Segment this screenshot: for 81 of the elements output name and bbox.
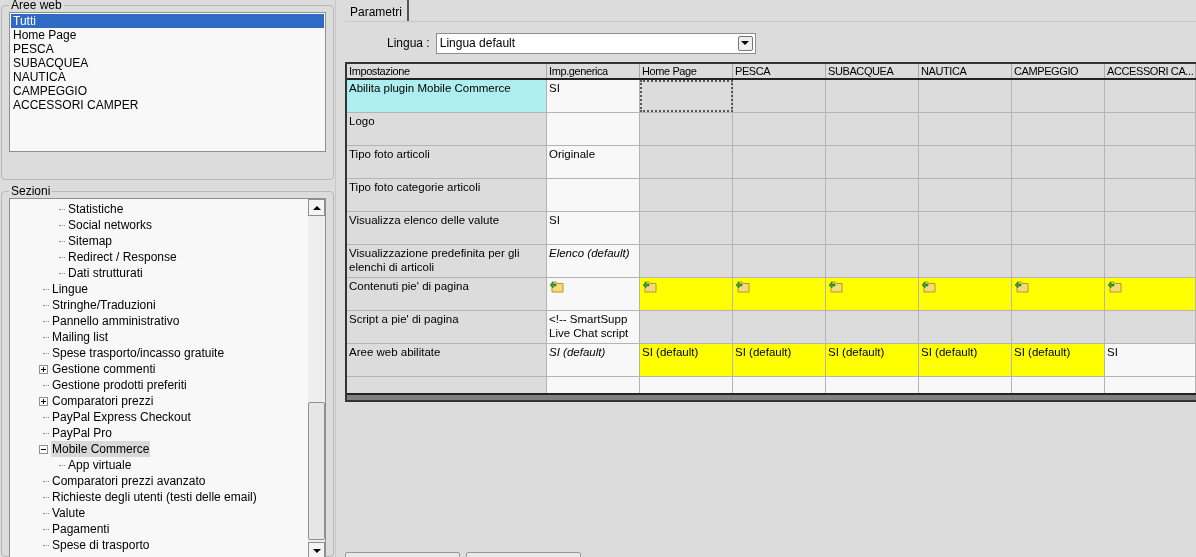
- folder-icon: [921, 279, 937, 294]
- tree-item[interactable]: Dati strutturati: [67, 265, 144, 281]
- tree-item[interactable]: Gestione commenti: [51, 361, 157, 377]
- tree-item[interactable]: Pagamenti: [51, 521, 111, 537]
- list-item[interactable]: Tutti: [11, 14, 324, 28]
- value-cell[interactable]: [1012, 278, 1105, 310]
- value-cell[interactable]: [547, 179, 640, 211]
- tree-item[interactable]: Gestione prodotti preferiti: [51, 377, 188, 393]
- value-cell[interactable]: SI: [547, 80, 640, 112]
- group-title: Sezioni: [10, 184, 52, 198]
- collapse-icon[interactable]: [39, 444, 48, 454]
- section-tree[interactable]: [9, 198, 326, 557]
- tree-item[interactable]: Comparatori prezzi: [51, 393, 155, 409]
- value-cell[interactable]: Elenco (default): [547, 245, 640, 277]
- expand-icon[interactable]: [39, 364, 48, 374]
- value-cell[interactable]: SI (default): [919, 344, 1012, 376]
- value-cell[interactable]: [640, 278, 733, 310]
- value-cell[interactable]: [547, 278, 640, 310]
- scroll-up-button[interactable]: [308, 199, 325, 216]
- value-cell[interactable]: SI (default): [733, 344, 826, 376]
- setting-name[interactable]: Abilita plugin Mobile Commerce: [347, 80, 547, 112]
- tree-item[interactable]: App virtuale: [67, 457, 133, 473]
- value-cell[interactable]: <!-- SmartSupp Live Chat script: [547, 311, 640, 343]
- group-title: Aree web: [10, 0, 63, 12]
- tree-item[interactable]: Pannello amministrativo: [51, 313, 181, 329]
- tree-item[interactable]: Social networks: [67, 217, 154, 233]
- tree-item[interactable]: Lingue: [51, 281, 90, 297]
- value-cell[interactable]: [733, 278, 826, 310]
- folder-icon: [549, 279, 565, 294]
- list-item[interactable]: SUBACQUEA: [11, 56, 324, 70]
- folder-icon: [642, 279, 658, 294]
- tree-item[interactable]: Spese di trasporto: [51, 537, 151, 553]
- column-header[interactable]: Imp.generica: [547, 64, 640, 78]
- tree-item[interactable]: Comparatori prezzi avanzato: [51, 473, 207, 489]
- column-header[interactable]: PESCA: [733, 64, 826, 78]
- value-cell[interactable]: SI (default): [640, 344, 733, 376]
- column-header[interactable]: Impostazione: [347, 64, 547, 78]
- value-cell[interactable]: Originale: [547, 146, 640, 178]
- list-item[interactable]: PESCA: [11, 42, 324, 56]
- folder-icon: [1107, 279, 1123, 294]
- tree-item[interactable]: PayPal Express Checkout: [51, 409, 192, 425]
- value-cell[interactable]: [919, 278, 1012, 310]
- language-label: Lingua :: [387, 35, 430, 52]
- value-cell[interactable]: SI: [547, 212, 640, 244]
- folder-icon: [735, 279, 751, 294]
- value-cell[interactable]: [547, 113, 640, 145]
- value-cell[interactable]: SI (default): [547, 344, 640, 376]
- web-area-list[interactable]: Tutti Home Page PESCA SUBACQUEA NAUTICA CAMPEGGIO ACCESSORI CAMPER: [9, 12, 326, 152]
- column-header[interactable]: CAMPEGGIO: [1012, 64, 1105, 78]
- list-item[interactable]: Home Page: [11, 28, 324, 42]
- list-item[interactable]: CAMPEGGIO: [11, 84, 324, 98]
- expand-icon[interactable]: [39, 396, 48, 406]
- tree-item[interactable]: Redirect / Response: [67, 249, 178, 265]
- tree-item[interactable]: Mobile Commerce: [51, 441, 151, 457]
- language-dropdown[interactable]: Lingua default: [435, 32, 756, 54]
- value-cell[interactable]: [1105, 278, 1196, 310]
- tree-item[interactable]: PayPal Pro: [51, 425, 114, 441]
- column-header[interactable]: NAUTICA: [919, 64, 1012, 78]
- value-cell[interactable]: [826, 278, 919, 310]
- value-cell[interactable]: SI (default): [1012, 344, 1105, 376]
- tree-item[interactable]: Valute: [51, 505, 87, 521]
- tree-item[interactable]: Spese trasporto/incasso gratuite: [51, 345, 226, 361]
- folder-icon: [828, 279, 844, 294]
- tree-item[interactable]: Sitemap: [67, 233, 114, 249]
- value-cell[interactable]: SI (default): [826, 344, 919, 376]
- horizontal-scrollbar[interactable]: [347, 393, 1196, 400]
- list-item[interactable]: ACCESSORI CAMPER: [11, 98, 324, 112]
- tree-item[interactable]: Stringhe/Traduzioni: [51, 297, 157, 313]
- tree-item[interactable]: Statistiche: [67, 201, 125, 217]
- scroll-thumb[interactable]: [308, 402, 325, 540]
- column-header[interactable]: SUBACQUEA: [826, 64, 919, 78]
- tree-item[interactable]: Richieste degli utenti (testi delle email): [51, 489, 258, 505]
- tree-item[interactable]: Mailing list: [51, 329, 109, 345]
- folder-icon: [1014, 279, 1030, 294]
- value-cell[interactable]: [640, 80, 733, 112]
- scrollbar[interactable]: [308, 199, 325, 557]
- list-item[interactable]: NAUTICA: [11, 70, 324, 84]
- column-header[interactable]: Home Page: [640, 64, 733, 78]
- value-cell[interactable]: SI: [1105, 344, 1196, 376]
- scroll-down-button[interactable]: [308, 542, 325, 557]
- column-header[interactable]: ACCESSORI CA...: [1105, 64, 1196, 78]
